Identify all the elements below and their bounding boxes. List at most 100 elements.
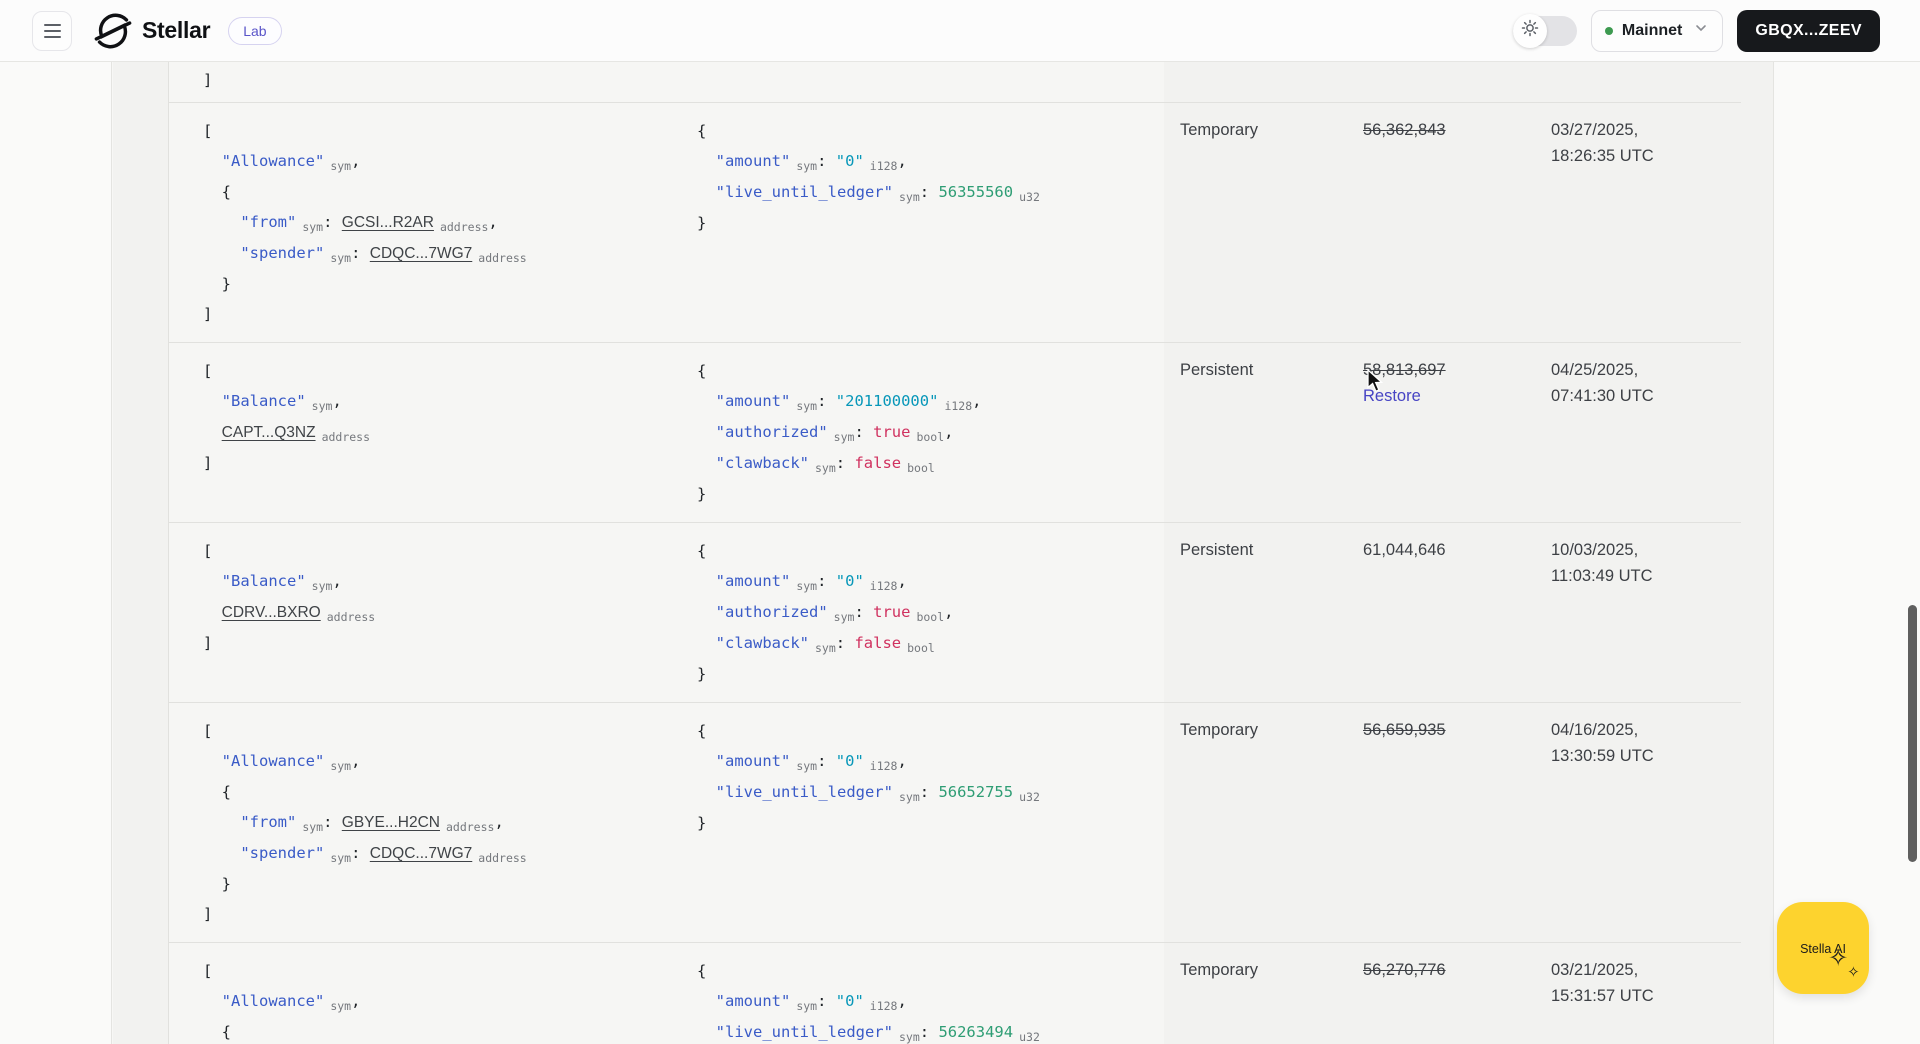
right-gutter — [1773, 62, 1920, 1044]
wallet-button[interactable]: GBQX...ZEEV — [1737, 9, 1880, 52]
code-token: "0" — [835, 152, 864, 170]
durability-cell: Persistent — [1180, 541, 1254, 559]
stella-ai-button[interactable]: ✧ ✧ Stella AI — [1777, 902, 1869, 994]
ledger-number: 56,270,776 — [1363, 961, 1446, 979]
code-token: "amount" — [715, 152, 791, 170]
type-annotation: sym — [796, 159, 818, 173]
address-link[interactable]: CDRV...BXRO — [222, 604, 321, 621]
code-token: : — [351, 244, 370, 262]
code-token: , — [332, 392, 342, 410]
ledger-cell: 56,362,843 — [1348, 103, 1536, 342]
code-token: { — [697, 122, 707, 140]
network-selector[interactable]: Mainnet — [1590, 9, 1724, 52]
code-token: "Balance" — [221, 572, 306, 590]
code-token: "clawback" — [715, 454, 809, 472]
code-token: : — [919, 183, 939, 201]
code-token: "amount" — [715, 572, 791, 590]
ledger-number: 56,659,935 — [1363, 721, 1446, 739]
type-annotation: address — [445, 820, 495, 834]
menu-button[interactable] — [32, 10, 72, 51]
code-token: "Allowance" — [221, 752, 325, 770]
address-link[interactable]: GBYE...H2CN — [342, 814, 440, 831]
entry-value-json: { "amount" sym: "0" i128, "live_until_ledg… — [687, 943, 1164, 1044]
stellar-lab-page: Stellar Lab Mainnet GBQX...ZEEV] ["All… — [0, 0, 1920, 1044]
type-annotation: sym — [302, 820, 324, 834]
code-token: ] — [203, 305, 213, 323]
code-token: : — [817, 752, 836, 770]
entry-value-json: { "amount" sym: "0" i128, "authorized" sym:… — [687, 523, 1164, 702]
type-annotation: u32 — [1019, 190, 1040, 204]
code-token: ] — [203, 71, 213, 89]
code-token: [ — [203, 722, 213, 740]
code-token: "amount" — [715, 752, 791, 770]
type-annotation: address — [326, 610, 376, 624]
theme-toggle[interactable] — [1512, 13, 1577, 48]
scrollbar-thumb[interactable] — [1908, 605, 1917, 862]
type-annotation: sym — [330, 851, 352, 865]
code-token: : — [323, 813, 342, 831]
entry-value-json: { "amount" sym: "0" i128, "live_until_ledg… — [687, 103, 1164, 342]
entry-key-json: [ "Allowance" sym, { "from" sym: GCSI...R2… — [169, 103, 687, 342]
entry-key-json: ] — [169, 62, 687, 102]
type-annotation: sym — [302, 220, 324, 234]
code-token: "authorized" — [715, 603, 828, 621]
type-annotation: sym — [833, 430, 855, 444]
table-row: [ "Allowance" sym, {{ "amount" sym: "0" i12… — [169, 943, 1741, 1044]
code-token: "spender" — [240, 244, 325, 262]
ledger-number: 58,813,697 — [1363, 361, 1446, 379]
date-cell: 03/27/2025, 18:26:35 UTC — [1551, 121, 1654, 165]
code-token: "amount" — [715, 392, 791, 410]
entry-key-json: [ "Balance" sym, CAPT...Q3NZ address] — [169, 343, 687, 522]
entry-value-json: { "amount" sym: "0" i128, "live_until_ledg… — [687, 703, 1164, 942]
address-link[interactable]: CDQC...7WG7 — [370, 845, 472, 862]
ledger-cell: 61,044,646 — [1348, 523, 1536, 702]
table-row: [ "Allowance" sym, { "from" sym: GBYE...H2… — [169, 703, 1741, 943]
ledger-cell: 56,270,776 — [1348, 943, 1536, 1044]
type-annotation: sym — [796, 579, 818, 593]
code-token: { — [697, 962, 707, 980]
code-token: , — [897, 152, 907, 170]
type-annotation: bool — [916, 610, 945, 624]
address-link[interactable]: CDQC...7WG7 — [370, 245, 472, 262]
entry-value-json: { "amount" sym: "201100000" i128, "authori… — [687, 343, 1164, 522]
sun-icon — [1521, 19, 1539, 42]
code-token: } — [203, 875, 231, 893]
type-annotation: address — [478, 251, 527, 265]
stellar-logo-link[interactable]: Stellar — [94, 12, 211, 50]
address-link[interactable]: CAPT...Q3NZ — [222, 424, 316, 441]
type-annotation: sym — [330, 159, 352, 173]
code-token: , — [897, 992, 907, 1010]
durability-cell: Persistent — [1180, 361, 1254, 379]
code-token: , — [897, 572, 907, 590]
code-token: "Allowance" — [221, 992, 325, 1010]
table-row: [ "Balance" sym, CDRV...BXRO address] { "am… — [169, 523, 1741, 703]
code-token: : — [835, 634, 855, 652]
restore-link[interactable]: Restore — [1363, 383, 1536, 409]
code-token: } — [697, 814, 707, 832]
code-token: : — [919, 783, 939, 801]
code-token: } — [697, 665, 707, 683]
type-annotation: bool — [916, 430, 945, 444]
code-token: true — [873, 423, 911, 441]
ledger-number: 61,044,646 — [1363, 541, 1446, 559]
brand-name: Stellar — [142, 17, 211, 43]
code-token: : — [323, 213, 342, 231]
type-annotation: sym — [311, 579, 333, 593]
code-token: "from" — [240, 813, 297, 831]
code-token: : — [351, 844, 370, 862]
code-token: 56355560 — [938, 183, 1014, 201]
address-link[interactable]: GCSI...R2AR — [342, 214, 434, 231]
network-label: Mainnet — [1621, 21, 1683, 39]
ledger-entries-table: ] [ "Allowance" sym, { "from" sym: GCSI...R… — [168, 62, 1741, 1044]
